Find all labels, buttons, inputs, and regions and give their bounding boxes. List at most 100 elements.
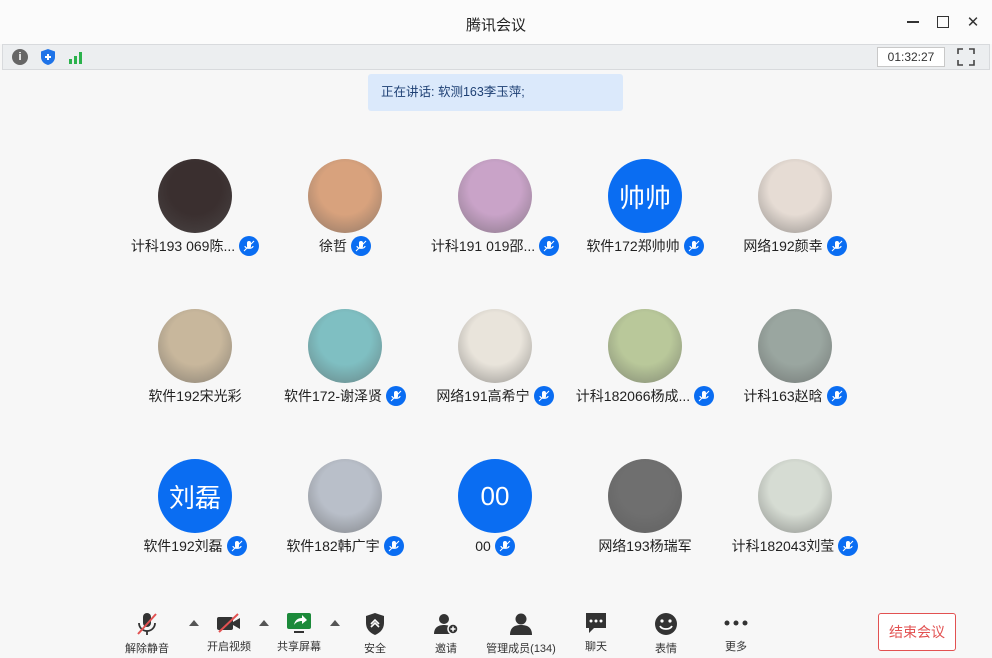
video-off-icon	[216, 612, 242, 634]
chat-label: 聊天	[585, 641, 607, 653]
participant-tile[interactable]: 徐哲	[270, 159, 420, 269]
security-button[interactable]: 安全	[342, 612, 408, 655]
mic-muted-icon	[826, 236, 847, 256]
participant-name-row: 计科193 069陈...	[120, 235, 270, 257]
unmute-button[interactable]: 解除静音	[114, 612, 180, 655]
participant-name-row: 网络191高希宁	[420, 385, 570, 407]
mic-muted-icon	[351, 236, 371, 256]
unmute-label: 解除静音	[125, 643, 169, 655]
avatar	[308, 309, 382, 383]
video-label: 开启视频	[207, 641, 251, 653]
mic-muted-icon	[826, 386, 847, 406]
participant-name-row: 软件172-谢泽贤	[270, 385, 420, 407]
participant-name: 计科182043刘莹	[731, 538, 835, 554]
fullscreen-icon[interactable]	[957, 48, 975, 66]
avatar	[158, 159, 232, 233]
avatar	[608, 309, 682, 383]
maximize-icon[interactable]	[933, 12, 953, 32]
share-screen-label: 共享屏幕	[277, 641, 321, 653]
emoji-label: 表情	[655, 643, 677, 655]
chat-button[interactable]: 聊天	[563, 612, 629, 654]
share-screen-button[interactable]: 共享屏幕	[266, 612, 332, 654]
participant-tile[interactable]: 软件192宋光彩	[120, 309, 270, 419]
signal-icon[interactable]	[67, 48, 85, 66]
participant-name: 00	[475, 538, 491, 554]
invite-button[interactable]: 邀请	[413, 612, 479, 655]
participant-name: 软件172郑帅帅	[586, 238, 680, 254]
info-icon[interactable]: i	[11, 48, 29, 66]
emoji-button[interactable]: 表情	[633, 612, 699, 655]
avatar	[458, 159, 532, 233]
window-title: 腾讯会议	[465, 17, 526, 34]
manage-members-button[interactable]: 管理成员(134)	[478, 612, 564, 655]
participant-name: 网络191高希宁	[436, 388, 530, 404]
security-shield-icon	[362, 612, 388, 636]
mic-muted-icon	[239, 236, 260, 256]
mic-muted-icon	[838, 536, 859, 556]
more-button[interactable]: 更多	[703, 612, 769, 654]
minimize-icon[interactable]	[903, 12, 923, 32]
participant-name-row: 软件192刘磊	[120, 535, 270, 557]
participant-name: 徐哲	[319, 238, 347, 254]
mic-muted-icon	[226, 536, 247, 556]
participant-tile[interactable]: 网络193杨瑞军	[570, 459, 720, 569]
close-icon[interactable]: ✕	[963, 12, 983, 32]
participant-name-row: 00	[420, 535, 570, 557]
shield-icon[interactable]	[39, 48, 57, 66]
avatar: 00	[458, 459, 532, 533]
participant-name-row: 计科182066杨成...	[570, 385, 720, 407]
participant-name: 软件192宋光彩	[148, 388, 242, 404]
mic-muted-icon	[134, 612, 160, 636]
avatar	[158, 309, 232, 383]
participant-name-row: 计科182043刘莹	[720, 535, 870, 557]
mic-muted-icon	[539, 236, 560, 256]
participant-tile[interactable]: 网络192颜幸	[720, 159, 870, 269]
avatar	[758, 159, 832, 233]
smiley-icon	[653, 612, 679, 636]
share-options-caret[interactable]	[330, 620, 340, 628]
avatar: 刘磊	[158, 459, 232, 533]
mic-muted-icon	[694, 386, 715, 406]
participant-tile[interactable]: 计科182066杨成...	[570, 309, 720, 419]
avatar	[608, 459, 682, 533]
participant-tile[interactable]: 帅帅 软件172郑帅帅	[570, 159, 720, 269]
participant-name: 网络193杨瑞军	[598, 538, 692, 554]
participant-name: 计科193 069陈...	[130, 238, 236, 254]
participant-name: 软件172-谢泽贤	[283, 388, 383, 404]
participant-name: 网络192颜幸	[743, 238, 823, 254]
participant-tile[interactable]: 计科191 019邵...	[420, 159, 570, 269]
avatar	[758, 459, 832, 533]
participant-tile[interactable]: 计科163赵晗	[720, 309, 870, 419]
video-button[interactable]: 开启视频	[196, 612, 262, 654]
security-label: 安全	[364, 643, 386, 655]
participant-name-row: 软件172郑帅帅	[570, 235, 720, 257]
participant-tile[interactable]: 计科182043刘莹	[720, 459, 870, 569]
mic-muted-icon	[383, 536, 404, 556]
avatar	[308, 459, 382, 533]
mic-muted-icon	[533, 386, 554, 406]
participant-name: 计科182066杨成...	[575, 388, 691, 404]
participant-name-row: 网络193杨瑞军	[570, 535, 720, 557]
participant-tile[interactable]: 计科193 069陈...	[120, 159, 270, 269]
title-bar: 腾讯会议 ✕	[0, 0, 992, 44]
participant-name-row: 徐哲	[270, 235, 420, 257]
participant-name: 计科191 019邵...	[430, 238, 536, 254]
mic-muted-icon	[386, 386, 407, 406]
participant-tile[interactable]: 软件182韩广宇	[270, 459, 420, 569]
status-bar: i 01:32:27	[2, 44, 990, 70]
participant-name: 软件192刘磊	[143, 538, 223, 554]
add-user-icon	[433, 612, 459, 636]
end-meeting-button[interactable]: 结束会议	[878, 613, 956, 651]
participant-tile[interactable]: 00 00	[420, 459, 570, 569]
participant-tile[interactable]: 软件172-谢泽贤	[270, 309, 420, 419]
participant-name-row: 网络192颜幸	[720, 235, 870, 257]
participant-tile[interactable]: 网络191高希宁	[420, 309, 570, 419]
manage-members-label: 管理成员(134)	[486, 643, 556, 655]
participant-tile[interactable]: 刘磊软件192刘磊	[120, 459, 270, 569]
participant-name-row: 计科191 019邵...	[420, 235, 570, 257]
more-label: 更多	[725, 641, 747, 653]
members-icon	[508, 612, 534, 636]
avatar	[758, 309, 832, 383]
invite-label: 邀请	[435, 643, 457, 655]
meeting-toolbar: 解除静音 开启视频 共享屏幕 安全 邀请 管理成员(134) 聊天 表情 更多 …	[0, 600, 992, 658]
